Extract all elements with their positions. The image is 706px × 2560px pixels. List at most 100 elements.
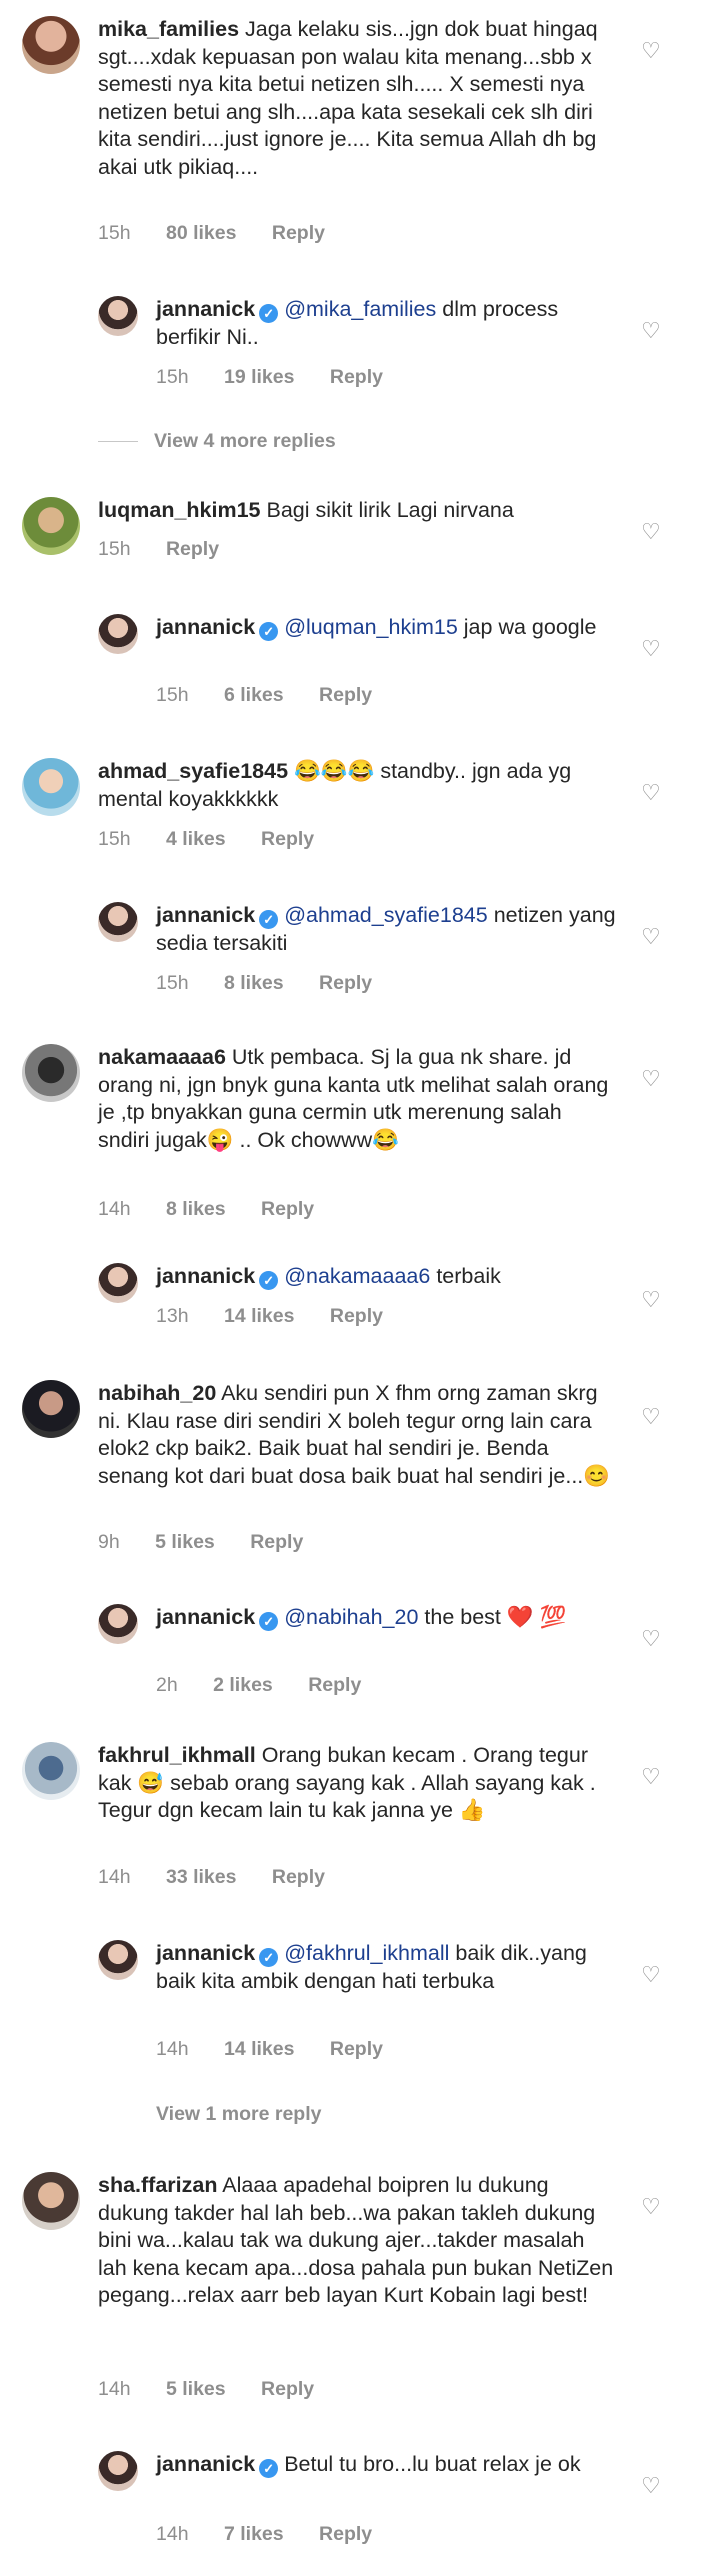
comment-meta: 2h 2 likes Reply <box>156 1674 391 1697</box>
comment-text: the best ❤️ 💯 <box>424 1605 567 1629</box>
username[interactable]: jannanick <box>156 1605 255 1629</box>
username[interactable]: jannanick <box>156 615 255 639</box>
heart-icon[interactable]: ♡ <box>641 1764 661 1789</box>
heart-icon[interactable]: ♡ <box>641 924 661 949</box>
reply-button[interactable]: Reply <box>330 2038 383 2060</box>
username[interactable]: fakhrul_ikhmall <box>98 1743 256 1767</box>
comment-text: Bagi sikit lirik Lagi nirvana <box>266 498 514 522</box>
comment-meta: 15h 6 likes Reply <box>156 684 402 707</box>
avatar[interactable] <box>22 1742 80 1800</box>
heart-icon[interactable]: ♡ <box>641 2194 661 2219</box>
comment-meta: 14h 7 likes Reply <box>156 2523 402 2546</box>
username[interactable]: mika_families <box>98 17 239 41</box>
username[interactable]: nabihah_20 <box>98 1381 216 1405</box>
likes-count[interactable]: 2 likes <box>213 1674 273 1696</box>
heart-icon[interactable]: ♡ <box>641 1962 661 1987</box>
avatar[interactable] <box>98 1940 138 1980</box>
likes-count[interactable]: 19 likes <box>224 366 294 388</box>
mention-link[interactable]: @nakamaaaa6 <box>284 1264 430 1288</box>
heart-icon[interactable]: ♡ <box>641 2473 661 2498</box>
username[interactable]: jannanick <box>156 2452 255 2476</box>
heart-icon[interactable]: ♡ <box>641 1404 661 1429</box>
avatar[interactable] <box>22 16 80 74</box>
heart-icon[interactable]: ♡ <box>641 519 661 544</box>
avatar[interactable] <box>98 1604 138 1644</box>
reply-button[interactable]: Reply <box>319 2523 372 2545</box>
avatar[interactable] <box>98 296 138 336</box>
username[interactable]: ahmad_syafie1845 <box>98 759 288 783</box>
username[interactable]: luqman_hkim15 <box>98 498 261 522</box>
heart-icon[interactable]: ♡ <box>641 780 661 805</box>
avatar[interactable] <box>98 1263 138 1303</box>
comment-meta: 14h 33 likes Reply <box>98 1866 355 1889</box>
avatar[interactable] <box>98 902 138 942</box>
mention-link[interactable]: @mika_families <box>284 297 436 321</box>
likes-count[interactable]: 6 likes <box>224 684 284 706</box>
reply-button[interactable]: Reply <box>272 1866 325 1888</box>
avatar[interactable] <box>22 497 80 555</box>
heart-icon[interactable]: ♡ <box>641 636 661 661</box>
reply-button[interactable]: Reply <box>308 1674 361 1696</box>
reply-button[interactable]: Reply <box>261 1198 314 1220</box>
reply-button[interactable]: Reply <box>250 1531 303 1553</box>
username[interactable]: jannanick <box>156 1941 255 1965</box>
comment-meta: 14h 14 likes Reply <box>156 2038 413 2061</box>
timestamp: 9h <box>98 1531 120 1553</box>
avatar[interactable] <box>22 1044 80 1102</box>
view-more-replies[interactable]: View 4 more replies <box>98 430 336 453</box>
comment-body: luqman_hkim15 Bagi sikit lirik Lagi nirv… <box>98 497 616 525</box>
heart-icon[interactable]: ♡ <box>641 1066 661 1091</box>
username[interactable]: jannanick <box>156 297 255 321</box>
reply-button[interactable]: Reply <box>330 366 383 388</box>
avatar[interactable] <box>22 2172 80 2230</box>
comment-body: jannanick ✓ @ahmad_syafie1845 netizen yang… <box>156 902 616 957</box>
likes-count[interactable]: 14 likes <box>224 1305 294 1327</box>
comment-body: nabihah_20 Aku sendiri pun X fhm orng za… <box>98 1380 616 1490</box>
view-more-replies[interactable]: View 1 more reply <box>156 2103 321 2126</box>
username[interactable]: sha.ffarizan <box>98 2173 217 2197</box>
likes-count[interactable]: 5 likes <box>166 2378 226 2400</box>
likes-count[interactable]: 8 likes <box>166 1198 226 1220</box>
timestamp: 13h <box>156 1305 189 1327</box>
mention-link[interactable]: @fakhrul_ikhmall <box>284 1941 449 1965</box>
reply-button[interactable]: Reply <box>166 538 219 560</box>
username[interactable]: jannanick <box>156 903 255 927</box>
verified-badge-icon: ✓ <box>259 304 279 323</box>
heart-icon[interactable]: ♡ <box>641 1626 661 1651</box>
mention-link[interactable]: @ahmad_syafie1845 <box>284 903 488 927</box>
comment-meta: 14h 8 likes Reply <box>98 1198 344 1221</box>
avatar[interactable] <box>22 758 80 816</box>
timestamp: 14h <box>156 2523 189 2545</box>
comment-meta: 15h 19 likes Reply <box>156 366 413 389</box>
heart-icon[interactable]: ♡ <box>641 38 661 63</box>
likes-count[interactable]: 14 likes <box>224 2038 294 2060</box>
heart-icon[interactable]: ♡ <box>641 1287 661 1312</box>
comment-body: jannanick ✓ @luqman_hkim15 jap wa google <box>156 614 616 642</box>
mention-link[interactable]: @luqman_hkim15 <box>284 615 458 639</box>
reply-button[interactable]: Reply <box>319 684 372 706</box>
reply-button[interactable]: Reply <box>261 828 314 850</box>
avatar[interactable] <box>98 614 138 654</box>
likes-count[interactable]: 8 likes <box>224 972 284 994</box>
reply-button[interactable]: Reply <box>330 1305 383 1327</box>
username[interactable]: jannanick <box>156 1264 255 1288</box>
verified-badge-icon: ✓ <box>259 2459 279 2478</box>
likes-count[interactable]: 33 likes <box>166 1866 236 1888</box>
heart-icon[interactable]: ♡ <box>641 318 661 343</box>
likes-count[interactable]: 5 likes <box>155 1531 215 1553</box>
username[interactable]: nakamaaaa6 <box>98 1045 226 1069</box>
comment-meta: 13h 14 likes Reply <box>156 1305 413 1328</box>
reply-button[interactable]: Reply <box>272 222 325 244</box>
likes-count[interactable]: 80 likes <box>166 222 236 244</box>
avatar[interactable] <box>98 2451 138 2491</box>
reply-button[interactable]: Reply <box>261 2378 314 2400</box>
avatar[interactable] <box>22 1380 80 1438</box>
likes-count[interactable]: 7 likes <box>224 2523 284 2545</box>
comment-meta: 14h 5 likes Reply <box>98 2378 344 2401</box>
likes-count[interactable]: 4 likes <box>166 828 226 850</box>
comment-meta: 15h 4 likes Reply <box>98 828 344 851</box>
verified-badge-icon: ✓ <box>259 1612 279 1631</box>
reply-button[interactable]: Reply <box>319 972 372 994</box>
mention-link[interactable]: @nabihah_20 <box>284 1605 418 1629</box>
comment-meta: 15h Reply <box>98 538 249 561</box>
